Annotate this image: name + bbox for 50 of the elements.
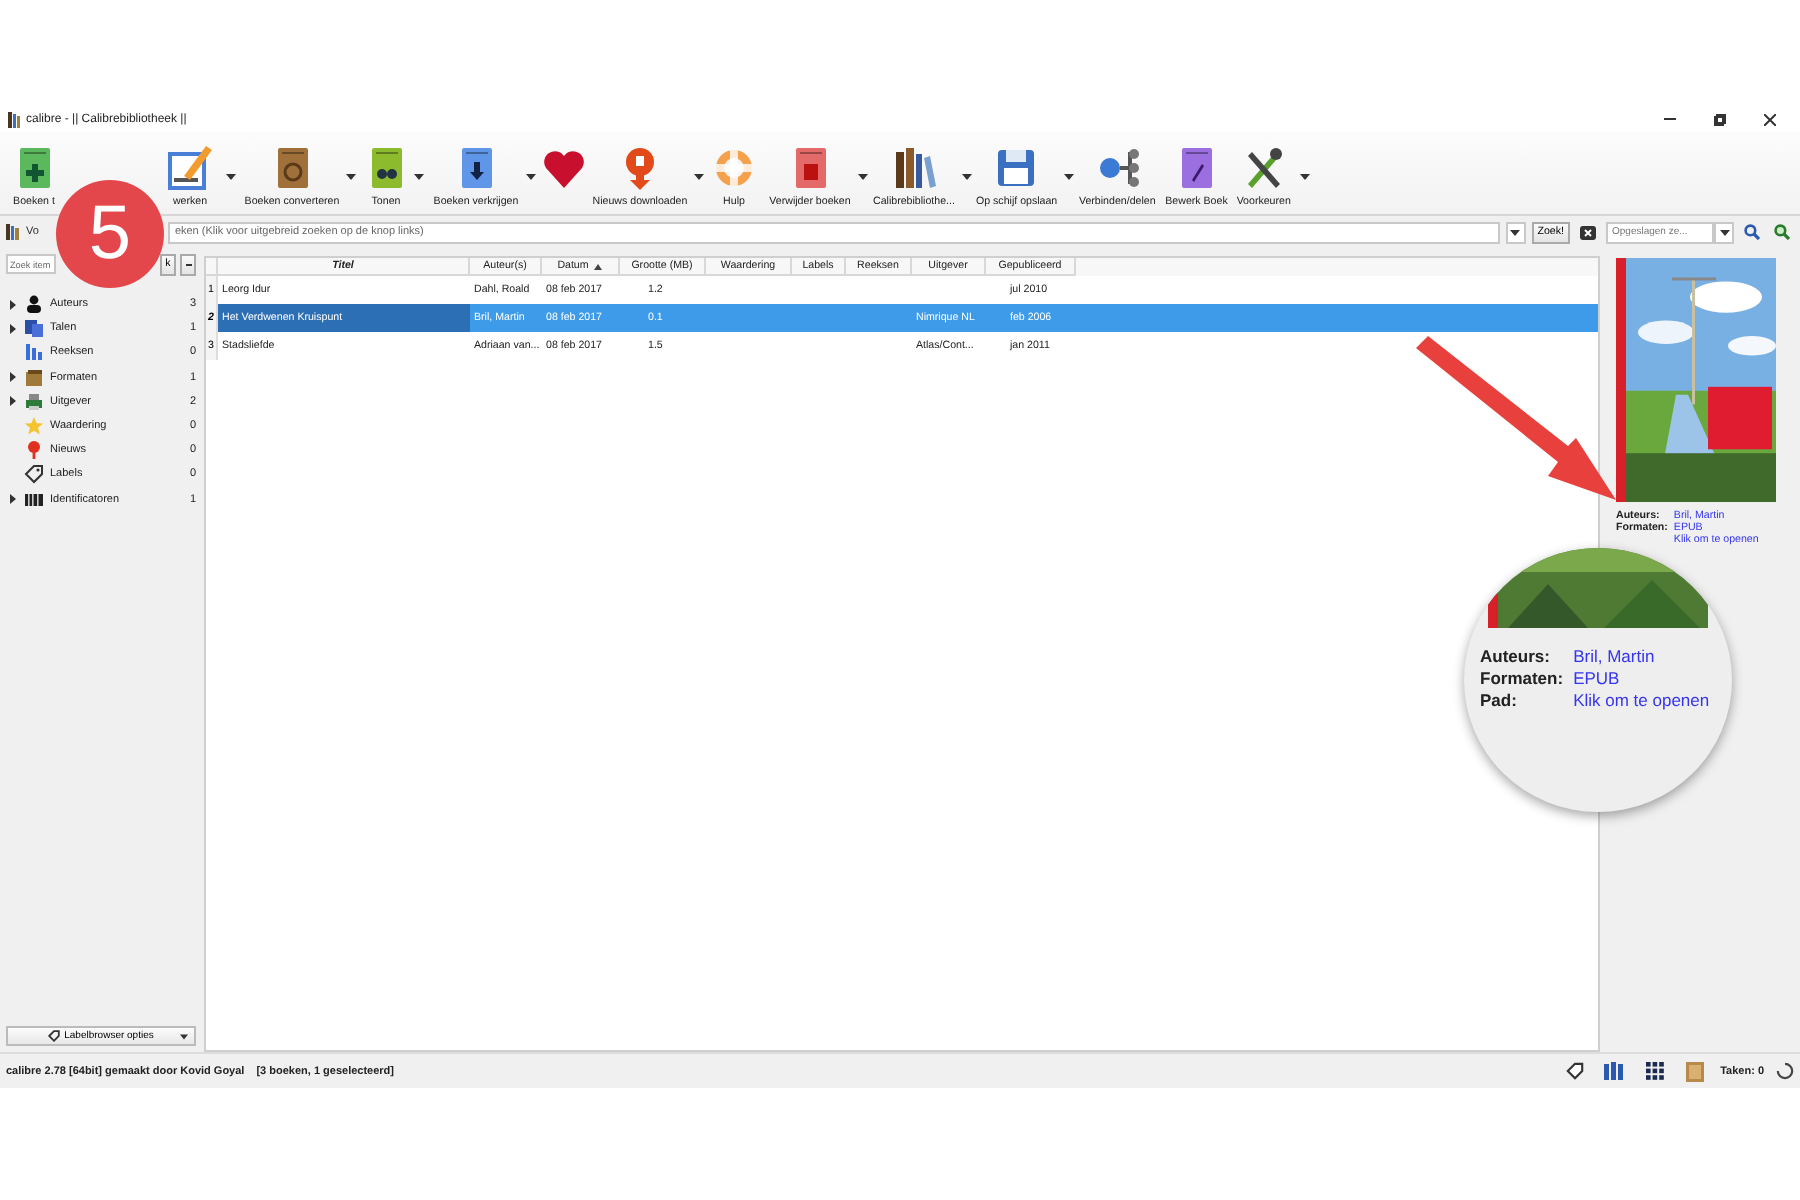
- calibre-logo-icon: [8, 111, 20, 127]
- books-icon: [24, 367, 44, 388]
- detail-label: Formaten:: [1480, 668, 1564, 688]
- caret-icon[interactable]: [962, 174, 972, 180]
- caret-icon[interactable]: [414, 174, 424, 180]
- tag-icon[interactable]: [1565, 1062, 1584, 1080]
- tag-icon: [48, 1030, 61, 1042]
- caret-icon[interactable]: [1510, 229, 1521, 235]
- caret-icon[interactable]: [1719, 229, 1729, 235]
- network-icon: [1095, 146, 1140, 190]
- lifebuoy-icon: [712, 146, 756, 190]
- detail-label: Pad:: [1480, 690, 1517, 710]
- caret-icon[interactable]: [858, 174, 868, 180]
- search-icon[interactable]: [1774, 224, 1790, 240]
- maximize-icon[interactable]: [1714, 113, 1726, 125]
- printer-icon: [24, 391, 44, 412]
- caret-icon[interactable]: [1063, 174, 1074, 180]
- caret-icon[interactable]: [526, 174, 536, 180]
- clear-icon[interactable]: [1580, 225, 1596, 239]
- bookshelf-icon: [892, 146, 936, 190]
- person-icon: [24, 294, 44, 315]
- library-icon: [6, 224, 20, 240]
- grid-icon[interactable]: [1645, 1062, 1664, 1080]
- collapse-button[interactable]: [180, 253, 196, 275]
- caret-icon[interactable]: [1299, 174, 1310, 180]
- tag-icon: [24, 464, 44, 485]
- caret-icon[interactable]: [694, 174, 704, 180]
- search-icon[interactable]: [1744, 224, 1760, 240]
- caret-icon[interactable]: [226, 174, 236, 180]
- expand-arrow-icon[interactable]: [9, 323, 15, 334]
- expand-arrow-icon[interactable]: [9, 494, 15, 505]
- detail-label: Auteurs:: [1480, 646, 1550, 666]
- language-icon: [24, 318, 44, 339]
- star-icon: [24, 416, 44, 437]
- close-icon[interactable]: [1764, 113, 1776, 125]
- expand-arrow-icon[interactable]: [9, 372, 15, 383]
- pencil-icon: [168, 146, 212, 190]
- caret-icon[interactable]: [346, 174, 356, 180]
- expand-arrow-icon[interactable]: [9, 396, 15, 407]
- pin-icon: [24, 440, 44, 461]
- spinner-icon: [1776, 1062, 1794, 1080]
- heart-icon: [542, 146, 586, 190]
- search-history-button[interactable]: [1505, 221, 1526, 243]
- caret-icon: [180, 1033, 188, 1039]
- book-cover-icon[interactable]: [1685, 1061, 1704, 1081]
- barcode-icon: [24, 489, 44, 510]
- saved-searches-dropdown[interactable]: [1714, 221, 1734, 243]
- expand-arrow-icon[interactable]: [9, 299, 15, 310]
- book-list-icon[interactable]: [1604, 1062, 1625, 1080]
- series-icon: [24, 342, 44, 363]
